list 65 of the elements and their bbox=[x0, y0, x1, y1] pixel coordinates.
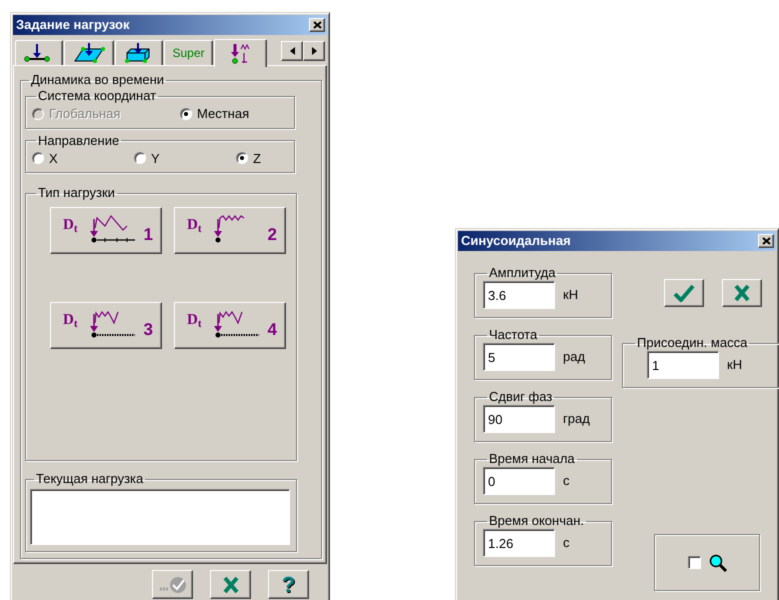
input-field[interactable]: 1 bbox=[647, 351, 719, 379]
unit-label: с bbox=[563, 534, 570, 552]
radio-option[interactable]: Местная bbox=[180, 104, 288, 124]
triangle-left-icon bbox=[290, 47, 294, 55]
checkbox[interactable] bbox=[688, 556, 700, 569]
window-title: Синусоидальная bbox=[461, 232, 571, 250]
radio-button[interactable] bbox=[236, 152, 248, 164]
close-icon bbox=[312, 21, 322, 29]
cross-icon bbox=[734, 284, 750, 302]
tab[interactable] bbox=[15, 40, 63, 65]
close-icon bbox=[762, 237, 770, 245]
dynamic-load-icon bbox=[228, 43, 252, 64]
radio-button[interactable] bbox=[134, 152, 146, 164]
magnifier-icon bbox=[708, 554, 726, 572]
group-label: Амплитуда bbox=[488, 265, 556, 281]
radio-button[interactable] bbox=[32, 152, 44, 164]
unit-label: кН bbox=[563, 286, 578, 304]
cancel-button[interactable] bbox=[722, 279, 762, 307]
group-label: Присоедин. масса bbox=[636, 335, 748, 351]
load-type-button[interactable]: D$_{t}$ 4 bbox=[174, 302, 286, 349]
radio-button[interactable] bbox=[180, 108, 192, 120]
group-label: Время окончан. bbox=[488, 513, 585, 529]
cancel-button[interactable] bbox=[210, 570, 251, 599]
group-label: Текущая нагрузка bbox=[35, 471, 144, 487]
input-field[interactable]: 0 bbox=[483, 467, 555, 495]
input-field[interactable]: 5 bbox=[483, 343, 555, 371]
triangle-right-icon bbox=[312, 47, 316, 55]
input-field[interactable]: 90 bbox=[483, 405, 555, 433]
tab[interactable] bbox=[64, 40, 114, 65]
check-icon bbox=[158, 576, 188, 594]
window-title: Задание нагрузок bbox=[16, 16, 130, 34]
text-area[interactable] bbox=[30, 489, 290, 545]
plate-load-icon bbox=[73, 42, 105, 64]
group-label: Частота bbox=[488, 327, 538, 343]
scroll-right-button[interactable] bbox=[303, 41, 325, 61]
load-graph-icon bbox=[211, 308, 261, 340]
group-label: Направление bbox=[37, 132, 120, 148]
check-icon bbox=[672, 284, 696, 302]
radio-option[interactable]: Y bbox=[134, 148, 236, 168]
load-type-button[interactable]: D$_{t}$ 3 bbox=[50, 302, 162, 349]
load-type-button[interactable]: D$_{t}$ 2 bbox=[174, 207, 286, 254]
magnifier-button[interactable] bbox=[708, 554, 726, 572]
unit-label: кН bbox=[727, 356, 742, 374]
group-label: Динамика во времени bbox=[30, 72, 166, 88]
scroll-left-button[interactable] bbox=[281, 41, 303, 61]
close-button[interactable] bbox=[758, 234, 774, 248]
load-graph-icon bbox=[87, 308, 137, 340]
close-button[interactable] bbox=[309, 18, 325, 32]
group-label: Система координат bbox=[37, 88, 158, 104]
input-field[interactable]: 1.26 bbox=[483, 529, 555, 557]
cross-icon bbox=[222, 576, 238, 594]
radio-option[interactable]: Z bbox=[236, 148, 288, 168]
unit-label: град bbox=[563, 410, 590, 428]
unit-label: рад bbox=[563, 348, 586, 366]
tab[interactable] bbox=[115, 40, 163, 65]
tab[interactable] bbox=[214, 39, 267, 67]
group-label: Время начала bbox=[488, 451, 576, 467]
unit-label: с bbox=[563, 472, 570, 490]
ok-button[interactable] bbox=[664, 279, 704, 307]
group-label: Сдвиг фаз bbox=[488, 389, 554, 405]
load-graph-icon bbox=[87, 213, 137, 245]
load-type-button[interactable]: D$_{t}$ 1 bbox=[50, 207, 162, 254]
input-field[interactable]: 3.6 bbox=[483, 281, 555, 309]
radio-option[interactable]: X bbox=[32, 148, 134, 168]
group-label: Тип нагрузки bbox=[37, 185, 116, 201]
